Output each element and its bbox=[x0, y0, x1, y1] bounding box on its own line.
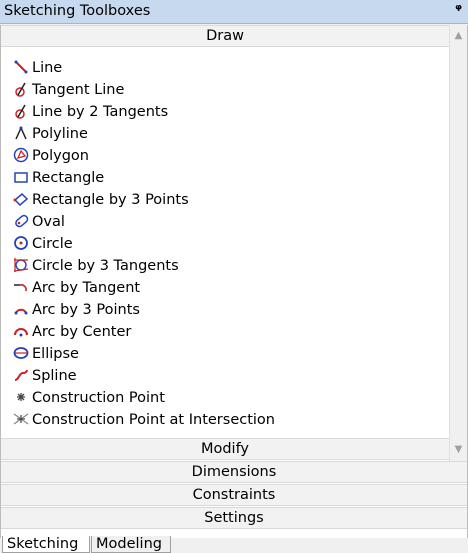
tool-arc-by-center[interactable]: Arc by Center bbox=[13, 321, 131, 343]
tab-sketching[interactable]: Sketching bbox=[2, 536, 90, 553]
tool-polyline[interactable]: Polyline bbox=[13, 123, 88, 145]
line-by-2-tangents-icon bbox=[13, 103, 29, 119]
tool-construction-point[interactable]: Construction Point bbox=[13, 387, 165, 409]
bottom-tab-strip: Sketching Modeling bbox=[0, 536, 468, 553]
tool-arc-by-tangent[interactable]: Arc by Tangent bbox=[13, 277, 140, 299]
tool-label: Polyline bbox=[32, 126, 88, 142]
pin-icon[interactable]: ᵠ bbox=[455, 2, 462, 18]
tool-label: Rectangle by 3 Points bbox=[32, 192, 189, 208]
tool-polygon[interactable]: Polygon bbox=[13, 145, 89, 167]
line-icon bbox=[13, 59, 29, 75]
tool-list-scrollbar[interactable]: ▲ ▼ bbox=[449, 25, 467, 461]
spline-icon bbox=[13, 367, 29, 383]
tool-label: Construction Point at Intersection bbox=[32, 412, 275, 428]
toolbox-titlebar: Sketching Toolboxes ᵠ bbox=[0, 0, 468, 24]
tool-ellipse[interactable]: Ellipse bbox=[13, 343, 79, 365]
tool-label: Rectangle bbox=[32, 170, 105, 186]
section-header-draw[interactable]: Draw bbox=[1, 25, 449, 47]
ellipse-icon bbox=[13, 345, 29, 361]
tool-label: Line by 2 Tangents bbox=[32, 104, 169, 120]
tool-label: Tangent Line bbox=[32, 82, 125, 98]
tool-construction-point-at-intersection[interactable]: Construction Point at Intersection bbox=[13, 409, 275, 431]
scroll-up-icon[interactable]: ▲ bbox=[450, 27, 467, 45]
tangent-line-icon bbox=[13, 81, 29, 97]
tool-circle[interactable]: Circle bbox=[13, 233, 73, 255]
tool-label: Construction Point bbox=[32, 390, 165, 406]
section-header-modify[interactable]: Modify bbox=[1, 438, 449, 460]
tool-line-by-2-tangents[interactable]: Line by 2 Tangents bbox=[13, 101, 168, 123]
tool-label: Arc by Tangent bbox=[32, 280, 141, 296]
tool-arc-by-3-points[interactable]: Arc by 3 Points bbox=[13, 299, 140, 321]
section-header-constraints[interactable]: Constraints bbox=[1, 484, 467, 506]
tool-label: Polygon bbox=[32, 148, 89, 164]
polygon-icon bbox=[13, 147, 29, 163]
arc-by-center-icon bbox=[13, 323, 29, 339]
scroll-down-icon[interactable]: ▼ bbox=[450, 441, 467, 459]
tool-spline[interactable]: Spline bbox=[13, 365, 77, 387]
tool-label: Circle bbox=[32, 236, 73, 252]
tool-label: Ellipse bbox=[32, 346, 79, 362]
circle-by-3-tangents-icon bbox=[13, 257, 29, 273]
tool-label: Line bbox=[32, 60, 63, 76]
tool-label: Oval bbox=[32, 214, 65, 230]
construction-point-intersection-icon bbox=[13, 411, 29, 427]
section-header-settings[interactable]: Settings bbox=[1, 507, 467, 529]
tool-oval[interactable]: Oval bbox=[13, 211, 65, 233]
tool-label: Circle by 3 Tangents bbox=[32, 258, 179, 274]
rectangle-by-3-points-icon bbox=[13, 191, 29, 207]
oval-icon bbox=[13, 213, 29, 229]
tool-label: Arc by Center bbox=[32, 324, 132, 340]
circle-icon bbox=[13, 235, 29, 251]
toolbox-panel: Draw ▲ ▼ Line Tangent Line Line by 2 Tan… bbox=[0, 25, 468, 538]
rectangle-icon bbox=[13, 169, 29, 185]
tool-line[interactable]: Line bbox=[13, 57, 62, 79]
construction-point-icon bbox=[13, 389, 29, 405]
tool-tangent-line[interactable]: Tangent Line bbox=[13, 79, 124, 101]
window-title: Sketching Toolboxes bbox=[4, 3, 151, 19]
section-header-dimensions[interactable]: Dimensions bbox=[1, 461, 467, 483]
tool-rectangle-by-3-points[interactable]: Rectangle by 3 Points bbox=[13, 189, 189, 211]
tool-rectangle[interactable]: Rectangle bbox=[13, 167, 104, 189]
tool-label: Spline bbox=[32, 368, 77, 384]
polyline-icon bbox=[13, 125, 29, 141]
arc-by-tangent-icon bbox=[13, 279, 29, 295]
tab-modeling[interactable]: Modeling bbox=[91, 536, 171, 553]
tool-circle-by-3-tangents[interactable]: Circle by 3 Tangents bbox=[13, 255, 179, 277]
tool-label: Arc by 3 Points bbox=[32, 302, 140, 318]
arc-by-3-points-icon bbox=[13, 301, 29, 317]
